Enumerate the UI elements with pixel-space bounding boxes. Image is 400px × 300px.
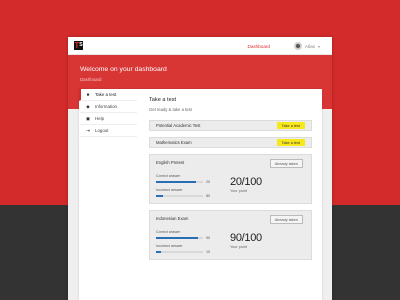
logout-icon: ⇥ bbox=[86, 127, 90, 133]
top-bar: TS Dashboard Atlas ▾ bbox=[68, 37, 332, 55]
incorrect-label: Incorrect answer bbox=[156, 244, 183, 248]
main-content: Take a test Get ready & take a test Pote… bbox=[149, 97, 312, 260]
correct-label: Correct answer bbox=[156, 174, 181, 178]
result-card: English Pretest Already taken Correct an… bbox=[149, 154, 312, 204]
test-card: Mathematics Exam Take a test bbox=[149, 137, 312, 148]
test-name: Potential Academic Test bbox=[156, 123, 201, 128]
breadcrumb[interactable]: Dashboard bbox=[80, 77, 320, 82]
chevron-down-icon: ▾ bbox=[317, 43, 320, 49]
info-icon: ◆ bbox=[86, 103, 90, 109]
sidebar-item-label: Take a test bbox=[95, 92, 117, 97]
score: 20/100 Your point bbox=[230, 176, 262, 193]
nav-dashboard-link[interactable]: Dashboard bbox=[248, 44, 270, 49]
status-badge: Already taken bbox=[269, 215, 303, 224]
score: 90/100 Your point bbox=[230, 232, 262, 249]
sidebar-item-label: Help bbox=[95, 116, 105, 121]
incorrect-value: 10 bbox=[206, 250, 210, 254]
result-card: Indonesian Exam Already taken Correct an… bbox=[149, 210, 312, 260]
avatar bbox=[293, 42, 302, 50]
logo[interactable]: TS bbox=[74, 41, 83, 50]
incorrect-bar bbox=[156, 251, 203, 253]
correct-value: 90 bbox=[206, 236, 210, 240]
user-name: Atlas bbox=[304, 43, 315, 49]
section-title: Take a test bbox=[149, 97, 177, 103]
sidebar: ■ Take a test ◆ Information ▣ Help ⇥ Log… bbox=[79, 89, 137, 137]
answer-bars: Correct answer 90 Incorrect answer 10 bbox=[156, 230, 212, 258]
test-name: Mathematics Exam bbox=[156, 140, 192, 145]
help-icon: ▣ bbox=[85, 115, 91, 121]
incorrect-label: Incorrect answer bbox=[156, 188, 183, 192]
incorrect-value: 80 bbox=[206, 194, 210, 198]
score-label: Your point bbox=[230, 189, 247, 193]
score-label: Your point bbox=[230, 245, 247, 249]
correct-label: Correct answer bbox=[156, 230, 181, 234]
score-value: 90/100 bbox=[230, 232, 262, 244]
status-badge: Already taken bbox=[269, 159, 303, 168]
answer-bars: Correct answer 20 Incorrect answer 80 bbox=[156, 174, 212, 202]
score-value: 20/100 bbox=[230, 176, 262, 188]
section-subtitle: Get ready & take a test bbox=[149, 107, 192, 112]
user-menu[interactable]: Atlas ▾ bbox=[293, 42, 320, 50]
take-test-button[interactable]: Take a test bbox=[276, 139, 305, 146]
test-card: Potential Academic Test Take a test bbox=[149, 120, 312, 131]
incorrect-bar bbox=[156, 195, 203, 197]
sidebar-item-take-a-test[interactable]: ■ Take a test bbox=[79, 89, 137, 101]
content-panel: ■ Take a test ◆ Information ▣ Help ⇥ Log… bbox=[79, 89, 322, 300]
logo-s: S bbox=[79, 42, 83, 48]
app-window: TS Dashboard Atlas ▾ Welcome on your das… bbox=[68, 37, 332, 300]
home-icon: ■ bbox=[86, 92, 90, 97]
correct-bar bbox=[156, 181, 203, 183]
sidebar-item-logout[interactable]: ⇥ Logout bbox=[79, 125, 137, 137]
page-title: Welcome on your dashboard bbox=[80, 66, 167, 73]
sidebar-item-help[interactable]: ▣ Help bbox=[79, 113, 137, 125]
sidebar-item-information[interactable]: ◆ Information bbox=[79, 101, 137, 113]
sidebar-item-label: Logout bbox=[95, 128, 109, 133]
correct-value: 20 bbox=[206, 180, 210, 184]
take-test-button[interactable]: Take a test bbox=[276, 122, 305, 129]
correct-bar bbox=[156, 237, 203, 239]
sidebar-item-label: Information bbox=[95, 104, 117, 109]
